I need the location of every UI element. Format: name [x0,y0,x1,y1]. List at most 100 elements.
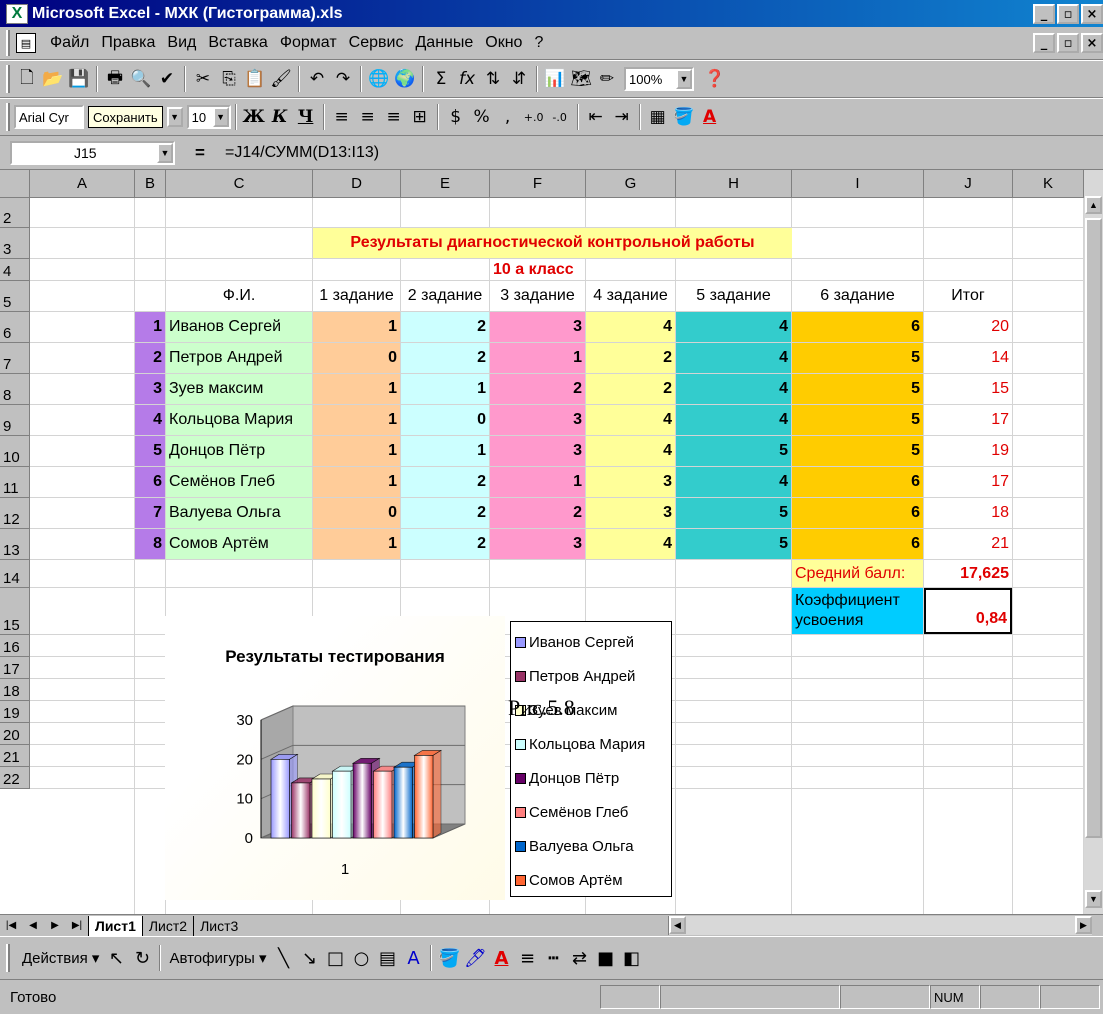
task-score[interactable]: 4 [676,312,791,342]
text-box-icon[interactable]: ▤ [374,944,400,972]
row-header-10[interactable]: 10 [0,436,30,467]
row-header-2[interactable]: 2 [0,198,30,228]
legend-item[interactable]: Семёнов Глеб [515,795,667,829]
scroll-up-icon[interactable]: ▲ [1085,196,1102,214]
task-score[interactable]: 3 [586,467,675,497]
bold-icon[interactable]: Ж [241,103,267,131]
drawing-icon[interactable]: ✏ [594,65,620,93]
legend-item[interactable]: Валуева Ольга [515,829,667,863]
doc-close-button[interactable]: × [1081,33,1103,53]
task-score[interactable]: 2 [490,498,585,528]
align-center-icon[interactable]: ≡ [355,103,381,131]
task-score[interactable]: 3 [490,312,585,342]
column-header-j[interactable]: J [924,170,1013,198]
student-number[interactable]: 3 [135,374,165,404]
row-header-16[interactable]: 16 [0,635,30,657]
undo-icon[interactable]: ↶ [304,65,330,93]
doc-restore-button[interactable]: ▫ [1057,33,1079,53]
row-header-22[interactable]: 22 [0,767,30,789]
copy-icon[interactable]: ⎘ [216,65,242,93]
sort-descending-icon[interactable]: ⇵ [506,65,532,93]
chart-legend[interactable]: Иванов Сергей Петров Андрей Зуев максим Кол… [510,621,672,897]
menu-tools[interactable]: Сервис [343,34,410,52]
average-value[interactable]: 17,625 [924,560,1012,587]
student-number[interactable]: 6 [135,467,165,497]
task-score[interactable]: 1 [490,343,585,373]
task-score[interactable]: 2 [586,374,675,404]
student-number[interactable]: 1 [135,312,165,342]
task-score[interactable]: 1 [313,312,400,342]
task-score[interactable]: 1 [313,529,400,559]
task-score[interactable]: 6 [792,312,923,342]
task-score[interactable]: 5 [792,405,923,435]
map-icon[interactable]: 🗺 [568,65,594,93]
task-score[interactable]: 2 [586,343,675,373]
menu-edit[interactable]: Правка [95,34,161,52]
menu-help[interactable]: ? [528,34,549,52]
format-painter-icon[interactable]: 🖌 [268,65,294,93]
row-header-11[interactable]: 11 [0,467,30,498]
task-score[interactable]: 1 [401,436,489,466]
task-score[interactable]: 1 [313,436,400,466]
menu-data[interactable]: Данные [409,34,479,52]
increase-indent-icon[interactable]: ⇥ [609,103,635,131]
task-score[interactable]: 1 [490,467,585,497]
scroll-right-icon[interactable]: ▶ [1075,916,1092,934]
task-score[interactable]: 3 [586,498,675,528]
zoom-dropdown-icon[interactable]: ▼ [676,69,692,89]
header-t6[interactable]: 6 задание [792,281,923,311]
tab-sheet2[interactable]: Лист2 [141,915,193,936]
menu-format[interactable]: Формат [274,34,343,52]
fill-color-icon[interactable]: 🪣 [671,103,697,131]
task-score[interactable]: 4 [676,374,791,404]
task-score[interactable]: 6 [792,498,923,528]
task-score[interactable]: 4 [676,405,791,435]
task-score[interactable]: 0 [313,498,400,528]
average-label[interactable]: Средний балл: [792,560,923,587]
prev-sheet-icon[interactable]: ◀ [22,916,44,936]
legend-item[interactable]: Петров Андрей [515,659,667,693]
row-header-14[interactable]: 14 [0,560,30,588]
task-score[interactable]: 6 [792,529,923,559]
student-name[interactable]: Кольцова Мария [166,405,312,435]
rectangle-icon[interactable]: □ [322,944,348,972]
header-t1[interactable]: 1 задание [313,281,400,311]
merge-center-icon[interactable]: ⊞ [407,103,433,131]
save-icon[interactable]: 💾 [66,65,92,93]
header-t3[interactable]: 3 задание [490,281,585,311]
sort-ascending-icon[interactable]: ⇅ [480,65,506,93]
task-score[interactable]: 1 [313,374,400,404]
task-score[interactable]: 1 [313,405,400,435]
header-t2[interactable]: 2 задание [401,281,489,311]
tab-sheet1[interactable]: Лист1 [88,915,142,936]
menu-file[interactable]: Файл [44,34,95,52]
increase-decimal-icon[interactable]: +.0 [521,103,547,131]
student-total[interactable]: 14 [924,343,1012,373]
task-score[interactable]: 4 [586,312,675,342]
row-header-8[interactable]: 8 [0,374,30,405]
column-header-i[interactable]: I [792,170,924,198]
legend-item[interactable]: Иванов Сергей [515,625,667,659]
name-box[interactable]: J15 ▼ [10,140,175,165]
row-header-21[interactable]: 21 [0,745,30,767]
legend-item[interactable]: Донцов Пётр [515,761,667,795]
redo-icon[interactable]: ↷ [330,65,356,93]
student-total[interactable]: 19 [924,436,1012,466]
student-total[interactable]: 17 [924,405,1012,435]
class-label[interactable]: 10 а класс [490,259,585,280]
formula-input[interactable]: =J14/СУММ(D13:I13) [225,144,379,162]
student-name[interactable]: Семёнов Глеб [166,467,312,497]
coefficient-label[interactable]: Коэффициент усвоения [792,588,923,634]
arrow-style-icon[interactable]: ⇄ [566,944,592,972]
row-header-9[interactable]: 9 [0,405,30,436]
align-left-icon[interactable]: ≡ [329,103,355,131]
last-sheet-icon[interactable]: ▶| [66,916,88,936]
row-header-4[interactable]: 4 [0,259,30,281]
borders-icon[interactable]: ▦ [645,103,671,131]
student-name[interactable]: Валуева Ольга [166,498,312,528]
student-number[interactable]: 5 [135,436,165,466]
zoom-select[interactable]: 100% ▼ [624,67,694,91]
row-header-15[interactable]: 15 [0,588,30,635]
font-color-icon[interactable]: A [697,103,723,131]
student-name[interactable]: Сомов Артём [166,529,312,559]
